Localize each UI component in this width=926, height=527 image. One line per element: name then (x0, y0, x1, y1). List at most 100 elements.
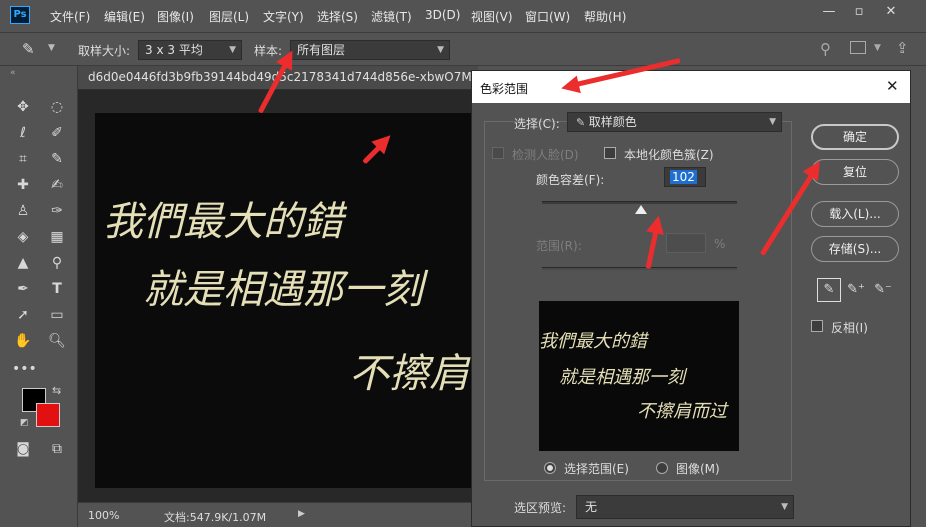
color-range-dialog: 色彩范围 ✕ 选择(C): ✎ 取样颜色 ▼ 检测人脸(D) 本地化颜色簇(Z)… (471, 70, 911, 527)
crop-tool-icon[interactable]: ⌗ (12, 148, 34, 170)
invert-checkbox[interactable] (811, 320, 823, 332)
sample-size-value: 3 x 3 平均 (145, 43, 203, 57)
eyedropper-icon[interactable]: ✎ (46, 148, 68, 170)
sample-size-select[interactable]: 3 x 3 平均 ▼ (138, 40, 242, 60)
localized-clusters-label: 本地化颜色簇(Z) (624, 148, 714, 162)
maximize-button[interactable]: ▫ (846, 2, 872, 22)
chevron-down-icon[interactable]: ▼ (48, 43, 55, 53)
menu-filter[interactable]: 滤镜(T) (371, 8, 412, 25)
menu-image[interactable]: 图像(I) (157, 8, 194, 25)
hand-tool-icon[interactable]: ✋ (12, 330, 34, 352)
menu-help[interactable]: 帮助(H) (584, 8, 626, 25)
fuzziness-slider-track[interactable] (542, 201, 737, 204)
path-select-icon[interactable]: ➚ (12, 304, 34, 326)
dialog-title-bar: 色彩范围 ✕ (472, 71, 910, 103)
radio-selection-label: 选择范围(E) (564, 462, 629, 476)
eyedropper-icon[interactable]: ✎ (817, 278, 841, 302)
menu-edit[interactable]: 编辑(E) (104, 8, 145, 25)
preview-text-line: 就是相遇那一刻 (559, 367, 685, 388)
toolbox: ✥ ◌ ℓ ✐ ⌗ ✎ ✚ ✍ ♙ ✑ ◈ ▦ ▲ ⚲ ✒ T ➚ ▭ ✋ 🔍︎… (8, 90, 74, 470)
canvas-text-line: 我們最大的錯 (103, 199, 343, 245)
zoom-level[interactable]: 100% (88, 509, 119, 522)
status-bar: 100% 文档:547.9K/1.07M ▶ (78, 502, 478, 527)
marquee-tool-icon[interactable]: ◌ (46, 96, 68, 118)
history-brush-icon[interactable]: ✑ (46, 200, 68, 222)
selection-preview-dropdown[interactable]: 无 ▼ (576, 495, 794, 519)
select-mode-dropdown[interactable]: ✎ 取样颜色 ▼ (567, 112, 782, 132)
menu-file[interactable]: 文件(F) (50, 8, 90, 25)
eyedropper-plus-icon[interactable]: ✎⁺ (844, 278, 868, 302)
gradient-tool-icon[interactable]: ▦ (46, 226, 68, 248)
detect-faces-checkbox[interactable] (492, 147, 504, 159)
search-icon[interactable]: ⚲ (820, 40, 831, 58)
shape-tool-icon[interactable]: ▭ (46, 304, 68, 326)
healing-brush-icon[interactable]: ✚ (12, 174, 34, 196)
chevron-down-icon: ▼ (229, 45, 236, 55)
detect-faces-label: 检测人脸(D) (512, 148, 579, 162)
menu-window[interactable]: 窗口(W) (525, 8, 570, 25)
pen-tool-icon[interactable]: ✒ (12, 278, 34, 300)
status-menu-icon[interactable]: ▶ (298, 509, 305, 519)
load-button[interactable]: 载入(L)... (811, 201, 899, 227)
eraser-tool-icon[interactable]: ◈ (12, 226, 34, 248)
lasso-tool-icon[interactable]: ℓ (12, 122, 34, 144)
invert-label: 反相(I) (831, 321, 868, 335)
save-button[interactable]: 存储(S)... (811, 236, 899, 262)
menu-type[interactable]: 文字(Y) (263, 8, 304, 25)
menu-3d[interactable]: 3D(D) (425, 8, 460, 22)
more-tools-icon[interactable]: ••• (12, 358, 37, 380)
radio-image-label: 图像(M) (676, 462, 720, 476)
screen-mode-icon[interactable]: ⧉ (46, 438, 68, 460)
type-tool-icon[interactable]: T (46, 278, 68, 300)
chevron-down-icon: ▼ (781, 502, 788, 512)
zoom-tool-icon[interactable]: 🔍︎ (46, 330, 68, 352)
image-canvas[interactable]: 我們最大的錯 就是相遇那一刻 不擦肩而过 (95, 113, 478, 488)
document-info: 文档:547.9K/1.07M (164, 511, 267, 524)
workspace-icon[interactable] (850, 41, 866, 54)
menu-select[interactable]: 选择(S) (317, 8, 358, 25)
sample-select[interactable]: 所有图层 ▼ (290, 40, 450, 60)
range-input[interactable] (666, 233, 706, 253)
move-tool-icon[interactable]: ✥ (12, 96, 34, 118)
select-label: 选择(C): (514, 117, 560, 131)
stamp-tool-icon[interactable]: ♙ (12, 200, 34, 222)
close-button[interactable]: ✕ (878, 2, 904, 22)
menu-layer[interactable]: 图层(L) (209, 8, 249, 25)
range-slider-track[interactable] (542, 267, 737, 270)
eyedropper-tool-icon[interactable]: ✎ (22, 40, 35, 58)
eyedropper-icon: ✎ (576, 116, 589, 129)
blur-tool-icon[interactable]: ▲ (12, 252, 34, 274)
default-colors-icon[interactable]: ◩ (20, 418, 29, 428)
fuzziness-input[interactable]: 102 (664, 167, 706, 187)
preview-text-line: 我們最大的錯 (539, 331, 647, 352)
quick-select-tool-icon[interactable]: ✐ (46, 122, 68, 144)
collapse-icon[interactable]: « (10, 68, 16, 78)
ok-button[interactable]: 确定 (811, 124, 899, 150)
canvas-text-line: 不擦肩而过 (349, 351, 478, 397)
minimize-button[interactable]: — (816, 2, 842, 22)
fuzziness-value: 102 (670, 170, 697, 184)
sample-value: 所有图层 (297, 43, 346, 57)
select-mode-value: 取样颜色 (588, 115, 637, 129)
fuzziness-slider-thumb[interactable] (635, 205, 648, 214)
photoshop-logo: Ps (10, 6, 30, 24)
selection-preview-value: 无 (585, 500, 598, 514)
background-color-swatch[interactable] (36, 403, 60, 427)
radio-image[interactable] (656, 462, 668, 474)
eyedropper-minus-icon[interactable]: ✎⁻ (871, 278, 895, 302)
menu-view[interactable]: 视图(V) (471, 8, 513, 25)
localized-clusters-checkbox[interactable] (604, 147, 616, 159)
share-icon[interactable]: ⇪ (896, 39, 909, 57)
dialog-close-icon[interactable]: ✕ (886, 77, 899, 95)
radio-selection[interactable] (544, 462, 556, 474)
dialog-title: 色彩范围 (480, 82, 529, 96)
swap-colors-icon[interactable]: ⇆ (52, 384, 61, 397)
range-unit: % (714, 237, 726, 251)
document-tab[interactable]: d6d0e0446fd3b9fb39144bd49d5c2178341d744d… (88, 70, 507, 84)
brush-tool-icon[interactable]: ✍ (46, 174, 68, 196)
chevron-down-icon[interactable]: ▼ (874, 43, 881, 53)
dodge-tool-icon[interactable]: ⚲ (46, 252, 68, 274)
selection-preview-label: 选区预览: (514, 501, 567, 515)
range-label: 范围(R): (536, 239, 582, 253)
quick-mask-icon[interactable]: ◙ (12, 438, 34, 460)
